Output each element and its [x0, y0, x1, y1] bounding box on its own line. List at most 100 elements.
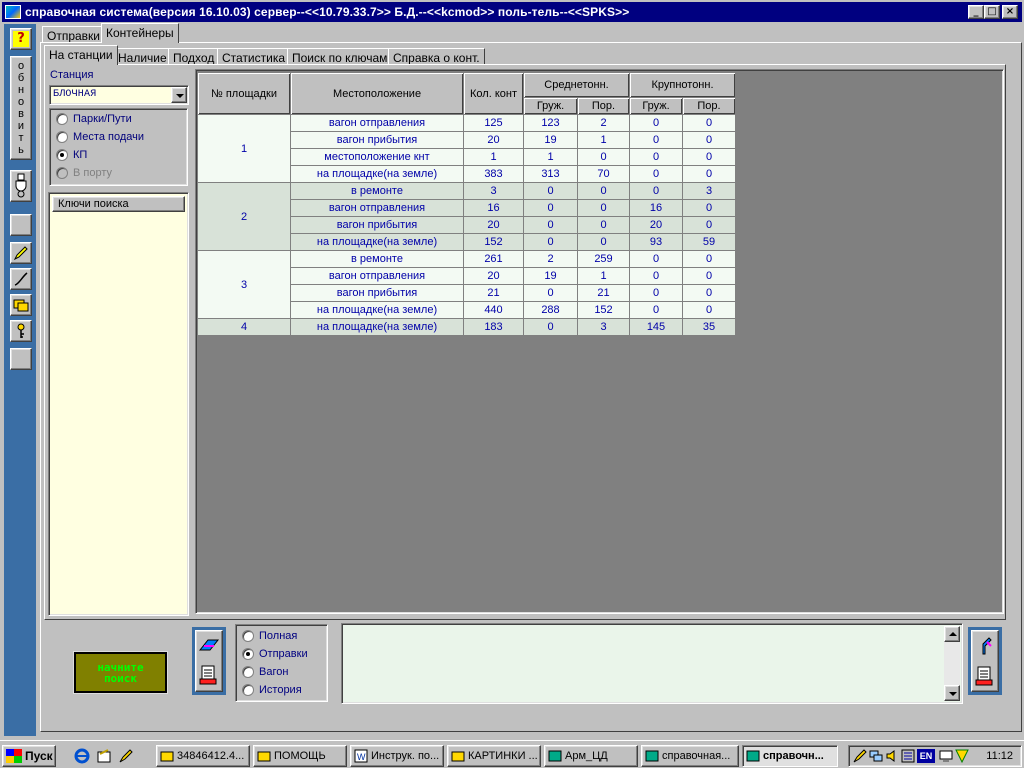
refresh-button[interactable]: о б н о в и т ь — [10, 56, 32, 160]
radio-circle-icon — [242, 630, 254, 642]
help-button[interactable]: ? — [10, 28, 32, 50]
result-text-area[interactable] — [341, 623, 963, 704]
task-button[interactable]: КАРТИНКИ ... — [447, 745, 541, 767]
title-bar[interactable]: справочная система(версия 16.10.03) серв… — [2, 2, 1022, 22]
large-loaded-cell: 0 — [629, 267, 683, 285]
location-cell: на площадке(на земле) — [290, 165, 464, 183]
tab-na-stancii[interactable]: На станции — [44, 45, 118, 65]
radio-circle-icon — [56, 131, 68, 143]
edit-button[interactable] — [10, 242, 32, 264]
search-keys-header: Ключи поиска — [52, 196, 185, 212]
large-empty-cell: 0 — [682, 131, 736, 149]
radio-history[interactable]: История — [242, 682, 302, 698]
scroll-down-icon[interactable] — [944, 685, 960, 701]
medium-empty-cell: 0 — [577, 148, 630, 166]
count-cell: 261 — [463, 250, 524, 268]
medium-loaded-cell: 0 — [523, 233, 578, 251]
print-doc-icon[interactable] — [199, 664, 219, 686]
close-button[interactable]: × — [1002, 5, 1018, 19]
scroll-up-icon[interactable] — [944, 626, 960, 642]
table-row[interactable]: 2 в ремонте 3 0 0 0 3 — [197, 182, 736, 251]
large-empty-cell: 35 — [682, 318, 736, 336]
header-medium: Среднетонн. — [523, 72, 630, 98]
tab-statistika[interactable]: Статистика — [217, 48, 291, 65]
word-icon: W — [354, 749, 368, 763]
count-cell: 20 — [463, 131, 524, 149]
table-row[interactable]: 3 в ремонте 261 2 259 0 0 — [197, 250, 736, 319]
count-cell: 20 — [463, 267, 524, 285]
header-large: Крупнотонн. — [629, 72, 736, 98]
pen-quicklaunch-icon[interactable] — [118, 748, 134, 764]
radio-otpravki[interactable]: Отправки — [242, 646, 308, 662]
blank-tool-button[interactable] — [10, 214, 32, 236]
dropdown-arrow-icon[interactable] — [171, 87, 187, 103]
count-cell: 383 — [463, 165, 524, 183]
tab-nalichie[interactable]: Наличие — [113, 48, 172, 65]
radio-parki-puti[interactable]: Парки/Пути — [56, 111, 132, 127]
pen-tray-icon[interactable] — [853, 749, 867, 763]
refresh-letter: о — [17, 95, 25, 108]
refresh-letter: н — [17, 83, 25, 96]
minimize-button[interactable]: _ — [968, 5, 984, 19]
location-cell: на площадке(на земле) — [290, 233, 464, 251]
volume-icon[interactable] — [885, 749, 899, 763]
task-button-active[interactable]: справочн... — [742, 745, 838, 767]
location-cell: вагон отправления — [290, 267, 464, 285]
radio-full[interactable]: Полная — [242, 628, 297, 644]
large-empty-cell: 0 — [682, 199, 736, 217]
task-button[interactable]: W Инструк. по... — [350, 745, 444, 767]
task-button[interactable]: справочная... — [641, 745, 739, 767]
pen-icon[interactable] — [975, 636, 995, 656]
tab-spravka-o-kont[interactable]: Справка о конт. — [388, 48, 485, 65]
language-indicator[interactable]: EN — [917, 749, 935, 763]
blank-tool-button[interactable] — [10, 348, 32, 370]
outlook-icon[interactable] — [96, 748, 112, 764]
location-cell: вагон отправления — [290, 114, 464, 132]
ie-icon[interactable] — [74, 748, 90, 764]
pencil-icon — [13, 246, 28, 261]
task-button[interactable]: ПОМОЩЬ — [253, 745, 347, 767]
header-location: Местоположение — [290, 72, 464, 115]
results-table-area: № площадки Местоположение Кол. конт Сред… — [195, 69, 1004, 614]
task-button[interactable]: 34846412.4... — [156, 745, 250, 767]
radio-wagon[interactable]: Вагон — [242, 664, 288, 680]
search-keys-panel[interactable]: Ключи поиска — [48, 192, 189, 616]
start-search-button[interactable]: начните поиск — [73, 651, 168, 694]
tab-poisk-po-klyucham[interactable]: Поиск по ключам — [287, 48, 393, 65]
site-cell: 4 — [197, 318, 291, 336]
chart-button[interactable] — [10, 268, 32, 290]
table-row[interactable]: 4 на площадке(на земле) 183 0 3 145 35 — [197, 318, 736, 336]
lamp-button[interactable] — [10, 170, 32, 202]
site-cell: 2 — [197, 182, 291, 251]
station-select[interactable]: БЛОЧНАЯ — [49, 85, 189, 105]
start-button[interactable]: Пуск — [2, 745, 56, 767]
task-button[interactable]: Арм_ЦД — [544, 745, 638, 767]
maximize-button[interactable]: □ — [984, 5, 1000, 19]
large-loaded-cell: 0 — [629, 114, 683, 132]
refresh-letter: в — [18, 107, 24, 120]
large-empty-cell: 0 — [682, 250, 736, 268]
tab-otpravki[interactable]: Отправки — [42, 26, 106, 43]
medium-empty-cell: 3 — [577, 318, 630, 336]
antivirus-icon[interactable] — [955, 749, 969, 763]
arrow-shape-icon[interactable] — [198, 636, 220, 654]
monitor-icon[interactable] — [939, 749, 953, 763]
large-empty-cell: 3 — [682, 182, 736, 200]
key-button[interactable] — [10, 320, 32, 342]
tab-podhod[interactable]: Подход — [168, 48, 220, 65]
tab-containers[interactable]: Контейнеры — [101, 23, 179, 43]
files-button[interactable] — [10, 294, 32, 316]
print-doc-icon[interactable] — [975, 665, 995, 687]
large-loaded-cell: 0 — [629, 301, 683, 319]
network-icon[interactable] — [869, 749, 883, 763]
vertical-scrollbar[interactable] — [944, 626, 960, 701]
radio-circle-icon — [56, 167, 68, 179]
settings-icon[interactable] — [901, 749, 915, 763]
medium-loaded-cell: 313 — [523, 165, 578, 183]
radio-circle-icon — [242, 684, 254, 696]
large-empty-cell: 0 — [682, 114, 736, 132]
radio-kp[interactable]: КП — [56, 147, 87, 163]
count-cell: 3 — [463, 182, 524, 200]
table-row[interactable]: 1 вагон отправления 125 123 2 0 0 — [197, 114, 736, 183]
radio-mesta-podachi[interactable]: Места подачи — [56, 129, 144, 145]
